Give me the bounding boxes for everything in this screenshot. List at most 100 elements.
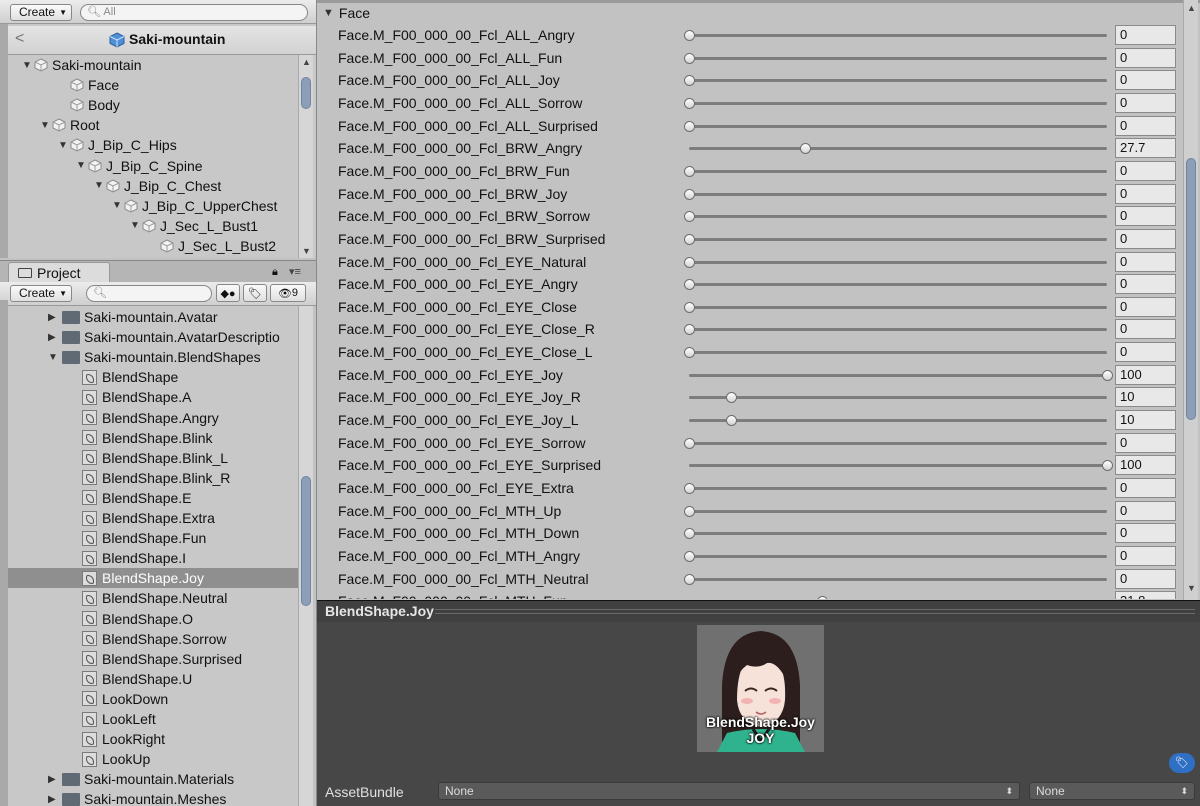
project-asset-item[interactable]: BlendShape.U [8,669,298,689]
blendshape-value-field[interactable]: 0 [1115,228,1176,249]
foldout-expanded-icon[interactable]: ▼ [22,60,34,71]
project-scroll-thumb[interactable] [301,476,311,606]
hierarchy-item[interactable]: ▼ J_Bip_C_Chest [94,176,221,196]
blendshape-slider-knob[interactable] [684,279,695,291]
blendshape-value-field[interactable]: 0 [1115,25,1176,45]
lock-icon[interactable]: 🔒︎ [272,266,278,279]
blendshape-slider-track[interactable] [689,419,1107,423]
hidden-packages-button[interactable]: 👁︎ 9 [270,284,306,302]
foldout-expanded-icon[interactable]: ▼ [94,180,106,191]
hierarchy-item[interactable]: ▼ J_Bip_C_Hips [58,135,177,155]
scroll-down-icon[interactable]: ▼ [1187,583,1196,593]
blendshape-value-field[interactable]: 0 [1115,160,1176,181]
blendshape-slider-knob[interactable] [725,392,737,404]
blendshape-value-field[interactable]: 0 [1115,92,1176,113]
project-asset-item[interactable]: LookDown [8,689,298,709]
project-asset-item[interactable]: BlendShape.E [8,488,298,508]
foldout-collapsed-icon[interactable]: ▶ [48,332,62,343]
blendshape-slider-track[interactable] [689,351,1107,355]
blendshape-slider-knob[interactable] [684,97,695,109]
hierarchy-item[interactable]: ▼ Saki-mountain [22,55,142,75]
tab-project[interactable]: Project [8,262,110,283]
project-asset-item[interactable]: BlendShape.Blink [8,428,298,448]
assetbundle-variant-select[interactable]: None ⬍ [1029,782,1195,800]
blendshape-slider-track[interactable] [689,147,1107,151]
face-section-header[interactable]: ▼ Face [317,2,370,24]
blendshape-slider-knob[interactable] [684,301,695,313]
blendshape-slider-track[interactable] [689,373,1107,377]
project-asset-item[interactable]: BlendShape.Angry [8,408,298,428]
assetbundle-name-select[interactable]: None ⬍ [438,782,1020,800]
blendshape-value-field[interactable]: 100 [1115,455,1176,476]
blendshape-slider-knob[interactable] [684,188,695,200]
blendshape-slider-knob[interactable] [1102,460,1113,472]
blendshape-slider-track[interactable] [689,192,1107,196]
hierarchy-item[interactable]: Face [58,75,119,95]
blendshape-slider-track[interactable] [689,79,1107,83]
blendshape-slider-track[interactable] [689,124,1107,128]
project-folder-item[interactable]: ▶ Saki-mountain.AvatarDescriptio [8,327,298,347]
project-folder-item[interactable]: ▶ Saki-mountain.Meshes [8,789,298,806]
blendshape-slider-track[interactable] [689,577,1107,581]
blendshape-slider-track[interactable] [689,396,1107,400]
preview-resize-grip[interactable] [435,609,1195,614]
project-asset-item[interactable]: BlendShape.Sorrow [8,629,298,649]
hierarchy-item[interactable]: Body [58,95,120,115]
blendshape-slider-knob[interactable] [684,483,695,494]
foldout-collapsed-icon[interactable]: ▶ [48,794,62,805]
project-folder-item[interactable]: ▶ Saki-mountain.Materials [8,769,298,789]
blendshape-slider-track[interactable] [689,101,1107,105]
inspector-scroll-thumb[interactable] [1186,158,1196,420]
blendshape-slider-track[interactable] [689,487,1107,490]
blendshape-slider-knob[interactable] [816,596,828,599]
inspector-scrollbar[interactable]: ▲ ▼ [1183,0,1198,600]
blendshape-value-field[interactable]: 0 [1115,545,1176,566]
hierarchy-item[interactable]: ▼ J_Bip_C_UpperChest [112,196,277,216]
blendshape-slider-track[interactable] [689,305,1107,309]
blendshape-value-field[interactable]: 0 [1115,47,1176,68]
blendshape-value-field[interactable]: 0 [1115,432,1176,453]
blendshape-value-field[interactable]: 0 [1115,568,1176,589]
foldout-expanded-icon[interactable]: ▼ [40,120,52,131]
scroll-down-icon[interactable]: ▼ [302,246,311,256]
blendshape-value-field[interactable]: 0 [1115,523,1176,544]
project-asset-item[interactable]: BlendShape.A [8,387,298,407]
blendshape-slider-knob[interactable] [684,120,695,132]
blendshape-slider-knob[interactable] [684,347,695,359]
blendshape-value-field[interactable]: 0 [1115,319,1176,340]
blendshape-value-field[interactable]: 10 [1115,387,1176,408]
project-asset-item[interactable]: BlendShape.O [8,609,298,629]
blendshape-slider-track[interactable] [689,464,1107,468]
blendshape-slider-knob[interactable] [684,75,695,87]
blendshape-slider-track[interactable] [689,34,1107,37]
blendshape-slider-knob[interactable] [684,256,695,268]
project-asset-item[interactable]: LookLeft [8,709,298,729]
hierarchy-item[interactable]: ▼ J_Bip_C_Spine [76,156,203,176]
blendshape-slider-knob[interactable] [684,233,695,245]
project-create-button[interactable]: Create ▼ [10,285,72,302]
blendshape-slider-track[interactable] [689,532,1107,536]
project-folder-item[interactable]: ▶ Saki-mountain.Avatar [8,307,298,327]
blendshape-value-field[interactable]: 0 [1115,70,1176,91]
filter-by-label-button[interactable]: 🏷︎ [243,284,267,302]
blendshape-slider-knob[interactable] [684,437,695,449]
blendshape-slider-knob[interactable] [1102,369,1113,381]
blendshape-slider-track[interactable] [689,283,1107,287]
blendshape-value-field[interactable]: 0 [1115,296,1176,317]
project-asset-item[interactable]: BlendShape.Extra [8,508,298,528]
blendshape-slider-track[interactable] [689,441,1107,445]
hierarchy-item[interactable]: J_Sec_L_Bust2 [148,236,276,256]
blendshape-slider-knob[interactable] [684,528,695,540]
foldout-expanded-icon[interactable]: ▼ [112,200,124,211]
blendshape-slider-knob[interactable] [725,415,737,427]
blendshape-slider-knob[interactable] [684,30,695,41]
blendshape-value-field[interactable]: 0 [1115,183,1176,204]
project-asset-item[interactable]: LookRight [8,729,298,749]
blendshape-slider-track[interactable] [689,260,1107,264]
blendshape-value-field[interactable]: 0 [1115,478,1176,498]
blendshape-slider-track[interactable] [689,169,1107,173]
foldout-collapsed-icon[interactable]: ▶ [48,774,62,785]
blendshape-value-field[interactable]: 10 [1115,410,1176,431]
project-asset-item[interactable]: BlendShape.Fun [8,528,298,548]
project-asset-item[interactable]: BlendShape.Joy [8,568,298,589]
